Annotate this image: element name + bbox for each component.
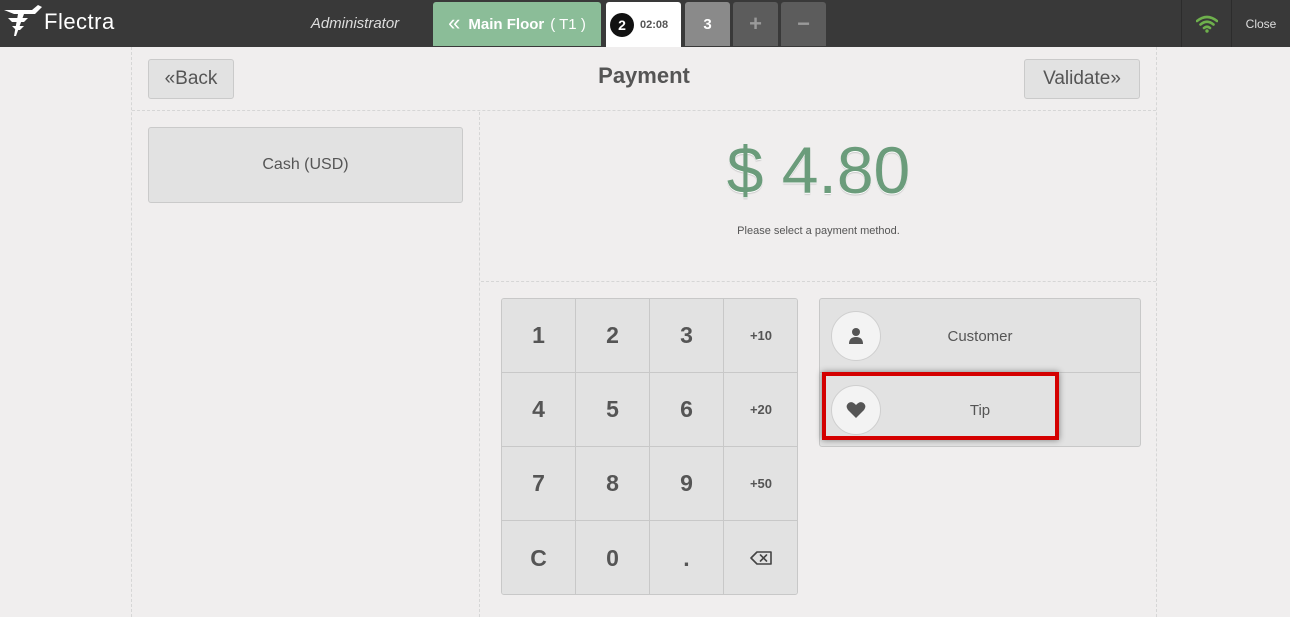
backspace-icon: [750, 551, 772, 565]
top-bar: Flectra Administrator « Main Floor ( T1 …: [0, 0, 1290, 47]
logo-text: Flectra: [44, 9, 115, 34]
close-button[interactable]: Close: [1231, 0, 1290, 47]
total-amount: $ 4.80: [726, 133, 911, 207]
numpad-key-backspace[interactable]: [724, 521, 797, 594]
numpad-key-plus20[interactable]: +20: [724, 373, 797, 447]
payment-screen: « Back Payment Validate » Cash (USD) $ 4…: [131, 47, 1157, 617]
numpad-key-3[interactable]: 3: [650, 299, 724, 373]
user-name[interactable]: Administrator: [300, 0, 410, 47]
numpad-key-plus10[interactable]: +10: [724, 299, 797, 373]
payment-method-cash[interactable]: Cash (USD): [148, 127, 463, 203]
flectra-bird-icon: [4, 5, 42, 36]
customer-label: Customer: [947, 327, 1013, 345]
double-chevron-right-icon: »: [1110, 68, 1121, 89]
numpad-key-plus50[interactable]: +50: [724, 447, 797, 521]
numpad: 1 2 3 +10 4 5 6 +20 7 8 9 +50 C 0 .: [501, 298, 798, 595]
numpad-key-clear[interactable]: C: [502, 521, 576, 594]
tip-button[interactable]: Tip: [820, 373, 1140, 446]
payment-header: « Back Payment Validate »: [132, 47, 1156, 111]
user-icon: [849, 328, 863, 344]
remove-order-button[interactable]: −: [781, 2, 826, 46]
wifi-icon: [1195, 15, 1218, 33]
numpad-key-9[interactable]: 9: [650, 447, 724, 521]
payment-hint: Please select a payment method.: [737, 225, 900, 237]
back-button[interactable]: « Back: [148, 59, 234, 99]
add-order-button[interactable]: +: [733, 2, 778, 46]
numpad-key-1[interactable]: 1: [502, 299, 576, 373]
order-tab[interactable]: 3: [685, 2, 730, 46]
numpad-key-6[interactable]: 6: [650, 373, 724, 447]
floor-label: Main Floor: [468, 15, 545, 33]
order-tab-selected[interactable]: 2 02:08: [606, 2, 681, 47]
customer-icon-circle: [831, 311, 881, 361]
numpad-key-4[interactable]: 4: [502, 373, 576, 447]
order-number-badge: 2: [610, 12, 634, 37]
tip-label: Tip: [969, 401, 991, 419]
tip-icon-circle: [831, 385, 881, 435]
back-label: Back: [175, 68, 218, 89]
payment-methods-pane: Cash (USD): [132, 112, 480, 617]
numpad-key-7[interactable]: 7: [502, 447, 576, 521]
customer-button[interactable]: Customer: [820, 299, 1140, 373]
numpad-key-5[interactable]: 5: [576, 373, 650, 447]
double-chevron-left-icon: «: [164, 68, 176, 89]
validate-label: Validate: [1043, 68, 1111, 89]
numpad-key-8[interactable]: 8: [576, 447, 650, 521]
payment-status: $ 4.80 Please select a payment method.: [481, 112, 1156, 282]
numpad-key-0[interactable]: 0: [576, 521, 650, 594]
numpad-key-2[interactable]: 2: [576, 299, 650, 373]
validate-button[interactable]: Validate »: [1024, 59, 1140, 99]
page-title: Payment: [598, 63, 690, 88]
order-time: 02:08: [640, 18, 669, 31]
flectra-logo: Flectra: [0, 2, 130, 42]
double-chevron-left-icon: «: [448, 10, 461, 35]
wifi-status[interactable]: [1181, 0, 1231, 47]
heart-icon: [846, 402, 866, 418]
floor-button[interactable]: « Main Floor ( T1 ): [433, 2, 601, 46]
payment-actions: Customer Tip: [819, 298, 1141, 447]
table-label: ( T1 ): [550, 15, 586, 33]
numpad-key-decimal[interactable]: .: [650, 521, 724, 594]
